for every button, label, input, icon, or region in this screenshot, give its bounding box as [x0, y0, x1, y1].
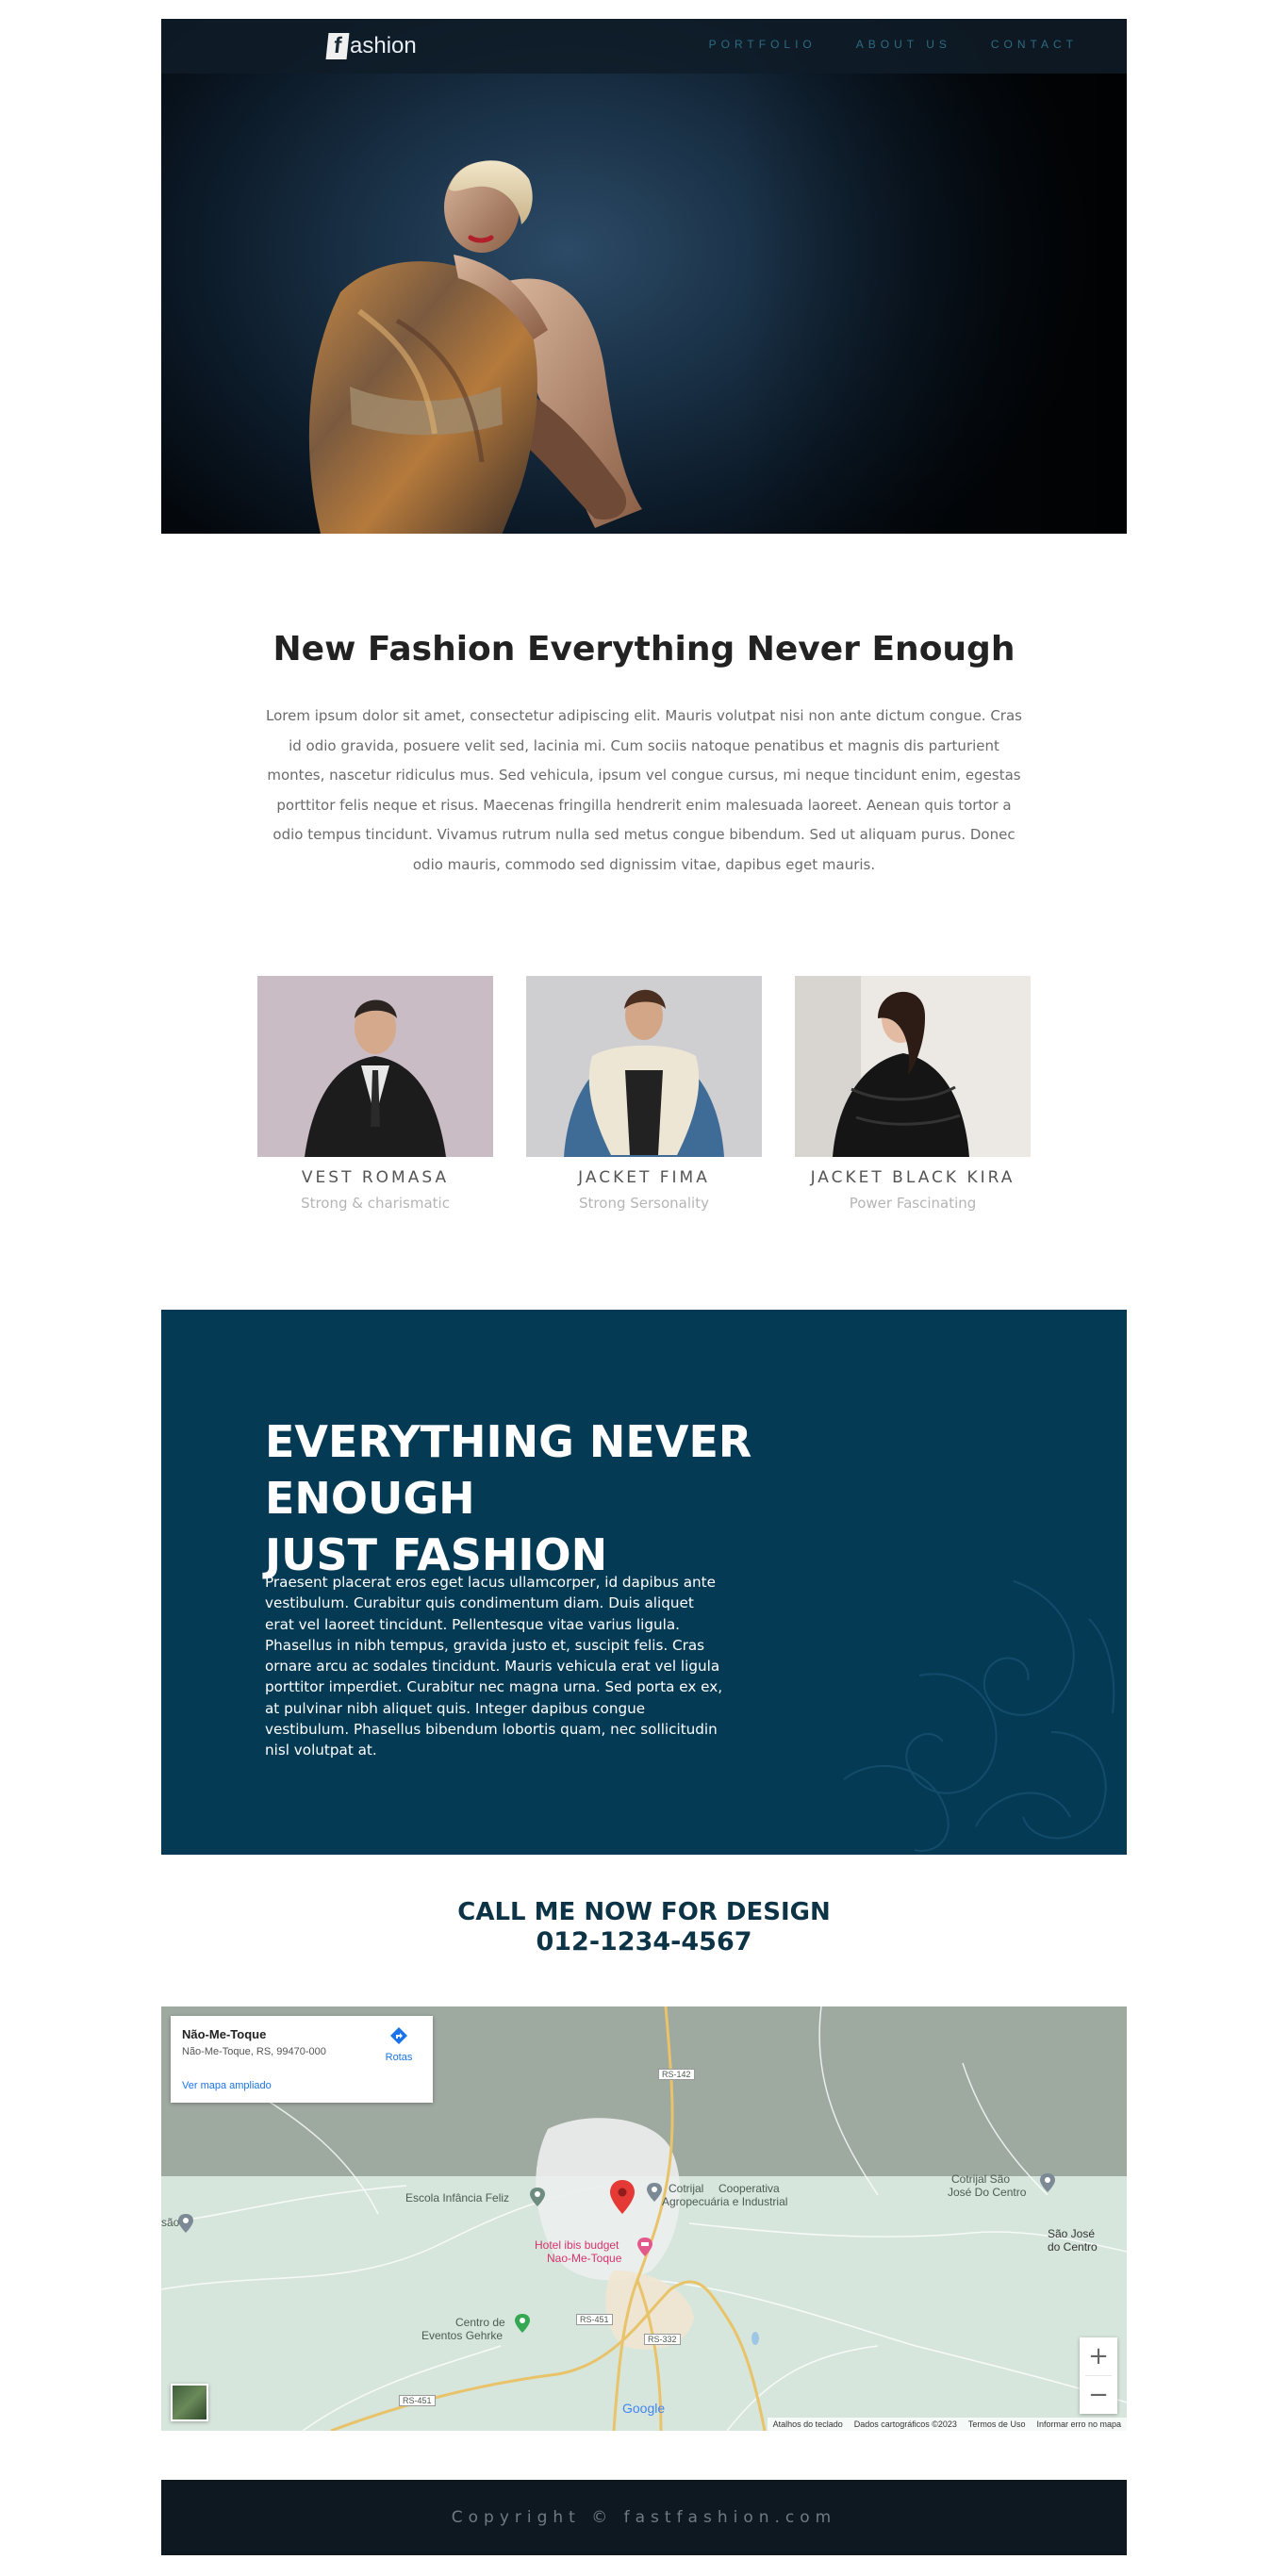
road-label-rs332: RS-332 — [644, 2334, 681, 2345]
school-pin-icon[interactable] — [530, 2188, 545, 2206]
product-name: JACKET FIMA — [578, 1168, 710, 1187]
google-logo: Google — [622, 2401, 665, 2416]
product-card-jacket-black-kira[interactable]: JACKET BLACK KIRA Power Fascinating — [795, 976, 1031, 1212]
event-pin-icon[interactable] — [515, 2314, 530, 2333]
road-label-rs451: RS-451 — [576, 2314, 613, 2325]
map-zoom-controls: + − — [1080, 2337, 1117, 2414]
banner-text: Praesent placerat eros eget lacus ullamc… — [265, 1574, 723, 1759]
decorative-swirl-pattern — [843, 1580, 1115, 1852]
report-error-link[interactable]: Informar erro no mapa — [1036, 2419, 1121, 2429]
call-to-action: CALL ME NOW FOR DESIGN 012-1234-4567 — [161, 1897, 1127, 1957]
map-label-cotrijal-sao[interactable]: Cotrijal São — [951, 2172, 1010, 2186]
zoom-out-button[interactable]: − — [1080, 2376, 1117, 2414]
map-label-cooperativa[interactable]: Cooperativa — [718, 2182, 780, 2195]
promo-banner: EVERYTHING NEVER ENOUGH JUST FASHION Pra… — [161, 1310, 1127, 1855]
road-label-rs451-south: RS-451 — [399, 2395, 436, 2406]
phone-number[interactable]: 012-1234-4567 — [161, 1927, 1127, 1957]
map-place-address: Não-Me-Toque, RS, 99470-000 — [182, 2046, 326, 2057]
hero-banner: f ashion PORTFOLIO ABOUT US CONTACT — [161, 19, 1127, 534]
product-image-jacket-black-kira[interactable] — [795, 976, 1031, 1157]
terms-link[interactable]: Termos de Uso — [968, 2419, 1026, 2429]
map-label-agropecuaria[interactable]: Agropecuária e Industrial — [662, 2195, 787, 2208]
banner-title-line-1: EVERYTHING NEVER ENOUGH — [265, 1416, 752, 1524]
satellite-view-toggle[interactable] — [171, 2384, 208, 2421]
product-subtitle: Strong & charismatic — [301, 1195, 450, 1212]
map-label-do-centro[interactable]: do Centro — [1048, 2240, 1098, 2254]
logo-text: ashion — [350, 33, 417, 58]
cotrijal-pin-icon[interactable] — [647, 2183, 662, 2202]
product-card-vest-romasa[interactable]: VEST ROMASA Strong & charismatic — [257, 976, 493, 1212]
map-label-escola[interactable]: Escola Infância Feliz — [405, 2191, 509, 2204]
nav-link-about-us[interactable]: ABOUT US — [856, 38, 951, 51]
logo-mark: f — [325, 33, 350, 59]
hotel-pin-icon[interactable] — [637, 2237, 652, 2256]
directions-label: Rotas — [385, 2052, 413, 2063]
map-label-centro[interactable]: Centro de — [455, 2316, 505, 2329]
hero-model-image — [308, 160, 642, 534]
product-card-jacket-fima[interactable]: JACKET FIMA Strong Sersonality — [526, 976, 762, 1212]
keyboard-shortcuts-link[interactable]: Atalhos do teclado — [773, 2419, 843, 2429]
directions-button[interactable]: Rotas — [380, 2025, 418, 2063]
site-logo[interactable]: f ashion — [325, 32, 417, 60]
zoom-in-button[interactable]: + — [1080, 2337, 1117, 2375]
map-label-cotrijal[interactable]: Cotrijal — [669, 2182, 703, 2195]
product-name: JACKET BLACK KIRA — [810, 1168, 1016, 1187]
directions-icon — [390, 2027, 407, 2044]
google-logo-text: Google — [622, 2401, 666, 2416]
nav-link-portfolio[interactable]: PORTFOLIO — [709, 38, 817, 51]
product-name: VEST ROMASA — [301, 1168, 450, 1187]
map-place-name: Não-Me-Toque — [182, 2027, 267, 2041]
copyright-text: Copyright © fastfashion.com — [451, 2508, 837, 2527]
map-label-cotrijal-sao-jose[interactable]: José Do Centro — [948, 2186, 1026, 2199]
cotrijal-sao-pin-icon[interactable] — [1040, 2173, 1055, 2192]
left-edge-pin-icon[interactable] — [178, 2214, 193, 2233]
map-attribution-bar: Atalhos do teclado Dados cartográficos ©… — [767, 2418, 1127, 2431]
nav-link-contact[interactable]: CONTACT — [991, 38, 1078, 51]
site-footer: Copyright © fastfashion.com — [161, 2480, 1127, 2555]
product-subtitle: Strong Sersonality — [579, 1195, 709, 1212]
map-data-attribution: Dados cartográficos ©2023 — [853, 2419, 957, 2429]
embedded-map[interactable]: Não-Me-Toque Não-Me-Toque, RS, 99470-000… — [161, 2006, 1127, 2431]
map-place-card: Não-Me-Toque Não-Me-Toque, RS, 99470-000… — [171, 2016, 433, 2103]
map-label-left-edge[interactable]: são — [161, 2216, 179, 2229]
location-pin-icon[interactable] — [610, 2180, 635, 2214]
top-navigation: f ashion PORTFOLIO ABOUT US CONTACT — [161, 19, 1127, 74]
intro-text: Lorem ipsum dolor sit amet, consectetur … — [266, 707, 1022, 873]
product-subtitle: Power Fascinating — [849, 1195, 977, 1212]
map-label-hotel[interactable]: Hotel ibis budget — [535, 2238, 619, 2252]
intro-title: New Fashion Everything Never Enough — [272, 630, 1016, 669]
larger-map-link[interactable]: Ver mapa ampliado — [182, 2080, 272, 2091]
map-label-eventos[interactable]: Eventos Gehrke — [421, 2329, 503, 2342]
call-heading: CALL ME NOW FOR DESIGN — [457, 1898, 831, 1926]
product-grid: VEST ROMASA Strong & charismatic JACKET … — [257, 976, 1031, 1221]
map-label-hotel-city[interactable]: Nao-Me-Toque — [547, 2252, 621, 2265]
banner-title: EVERYTHING NEVER ENOUGH JUST FASHION — [265, 1413, 944, 1583]
map-label-sao-jose[interactable]: São José — [1048, 2227, 1095, 2240]
product-image-jacket-fima[interactable] — [526, 976, 762, 1157]
road-label-rs142: RS-142 — [658, 2069, 695, 2080]
nav-links: PORTFOLIO ABOUT US CONTACT — [709, 38, 1078, 51]
product-image-vest-romasa[interactable] — [257, 976, 493, 1157]
